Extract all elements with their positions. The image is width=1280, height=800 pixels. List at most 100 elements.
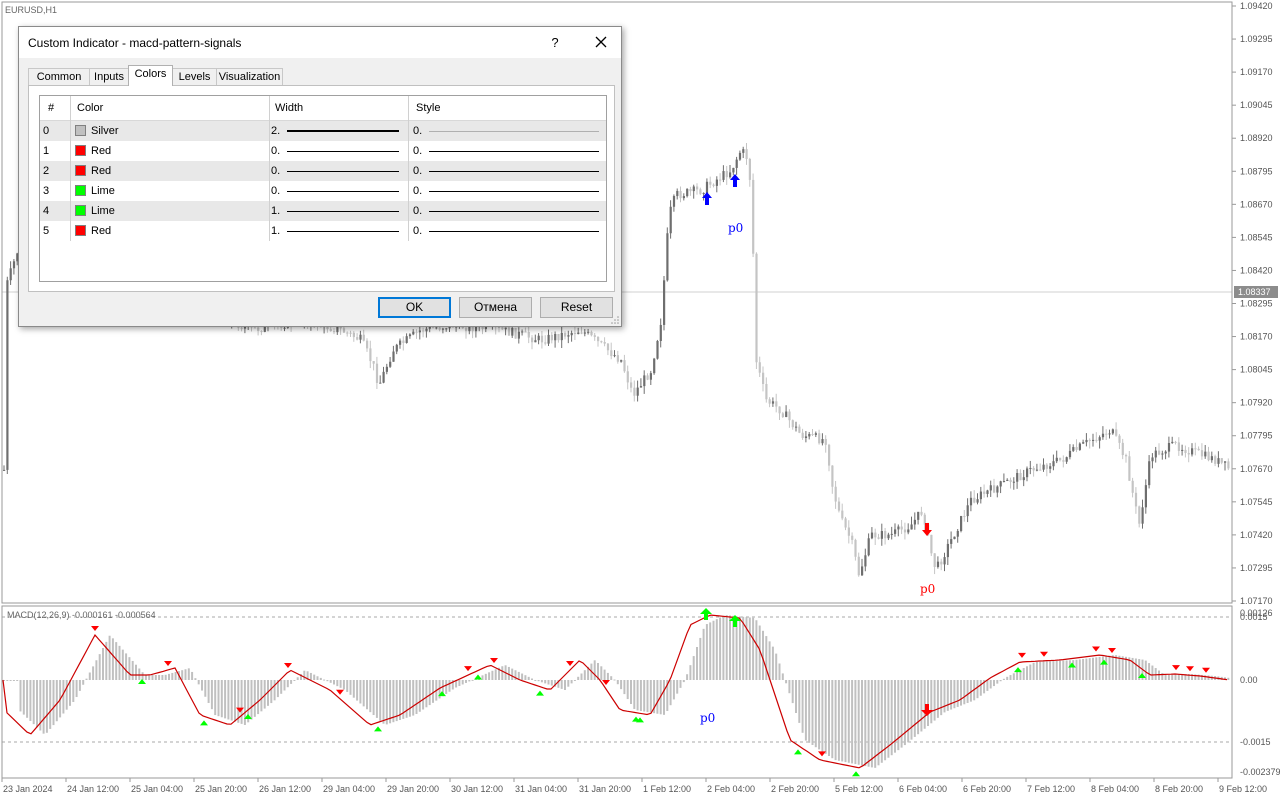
macd-bar (907, 680, 910, 743)
grid-divider (269, 96, 270, 241)
table-row[interactable]: 1 Red 0. 0. (40, 141, 606, 161)
candle-body (560, 332, 563, 341)
close-icon[interactable] (589, 31, 613, 53)
macd-bar (342, 680, 345, 690)
help-button[interactable]: ? (549, 35, 561, 50)
macd-bar (824, 680, 827, 754)
macd-bar (1095, 657, 1098, 680)
tab-common[interactable]: Common (28, 68, 90, 85)
width-cell[interactable]: 0. (271, 141, 408, 161)
width-cell[interactable]: 0. (271, 181, 408, 201)
table-row[interactable]: 4 Lime 1. 0. (40, 201, 606, 221)
candle-body (1068, 450, 1072, 458)
style-line-sample (429, 131, 599, 132)
style-cell[interactable]: 0. (413, 121, 606, 141)
color-cell[interactable]: Silver (71, 121, 269, 141)
ok-button[interactable]: OK (378, 297, 451, 318)
candle-body (547, 334, 550, 344)
signal-label: p0 (700, 711, 715, 725)
candle-body (758, 362, 761, 373)
macd-bar (847, 680, 850, 763)
style-cell[interactable]: 0. (413, 201, 606, 221)
candle-body (887, 534, 890, 539)
color-swatch (75, 125, 86, 136)
candle-body (649, 373, 652, 380)
macd-bar (385, 680, 388, 725)
candle-body (1131, 480, 1134, 493)
macd-bar (682, 680, 685, 683)
width-cell[interactable]: 0. (271, 161, 408, 181)
candle-body (1049, 466, 1052, 469)
color-cell[interactable]: Red (71, 161, 269, 181)
macd-bar (296, 677, 299, 680)
macd-bar (692, 656, 695, 680)
candle-body (1045, 464, 1048, 469)
arrow-up-icon (700, 608, 712, 620)
candle-body (399, 340, 402, 345)
table-row[interactable]: 3 Lime 0. 0. (40, 181, 606, 201)
style-cell[interactable]: 0. (413, 141, 606, 161)
table-row[interactable]: 5 Red 1. 0. (40, 221, 606, 241)
candle-body (890, 533, 893, 535)
cancel-button[interactable]: Отмена (459, 297, 532, 318)
candle-body (969, 497, 973, 506)
tab-inputs[interactable]: Inputs (89, 68, 129, 85)
grid-divider (408, 96, 409, 241)
table-row[interactable]: 2 Red 0. 0. (40, 161, 606, 181)
macd-panel[interactable] (2, 608, 1232, 777)
price-tick-label: 1.08295 (1240, 299, 1273, 309)
candle-body (755, 253, 758, 363)
candle-body (9, 268, 12, 281)
candle-body (425, 328, 428, 332)
color-cell[interactable]: Lime (71, 181, 269, 201)
candle-body (732, 167, 735, 173)
tab-levels[interactable]: Levels (172, 68, 217, 85)
resize-grip-icon[interactable] (611, 316, 619, 324)
sell-arrow-icon (1092, 646, 1100, 652)
candle-body (630, 382, 633, 388)
macd-bar (801, 680, 804, 733)
macd-bar (663, 680, 665, 715)
candle-body (395, 344, 398, 352)
time-tick-label: 6 Feb 20:00 (963, 784, 1011, 794)
width-cell[interactable]: 1. (271, 221, 408, 241)
buy-arrow-icon (474, 674, 482, 680)
time-tick-label: 29 Jan 20:00 (387, 784, 439, 794)
dialog-title-bar[interactable]: Custom Indicator - macd-pattern-signals … (19, 27, 621, 58)
macd-bar (778, 663, 781, 680)
macd-panel-frame (1, 605, 1233, 779)
candle-body (1197, 448, 1200, 451)
color-cell[interactable]: Lime (71, 201, 269, 221)
color-cell[interactable]: Red (71, 221, 269, 241)
table-row[interactable]: 0 Silver 2. 0. (40, 121, 606, 141)
macd-bar (372, 680, 375, 716)
macd-bar (996, 680, 999, 684)
color-swatch (75, 225, 86, 236)
macd-bar (494, 669, 497, 680)
style-cell[interactable]: 0. (413, 221, 606, 241)
candle-body (725, 171, 728, 178)
width-cell[interactable]: 1. (271, 201, 408, 221)
reset-button[interactable]: Reset (540, 297, 613, 318)
candle-body (811, 433, 814, 435)
candle-body (372, 361, 375, 364)
sell-arrow-icon (91, 626, 99, 631)
macd-bar (230, 680, 233, 721)
custom-indicator-dialog[interactable]: Custom Indicator - macd-pattern-signals … (18, 26, 622, 327)
tab-colors[interactable]: Colors (128, 65, 173, 86)
width-cell[interactable]: 2. (271, 121, 408, 141)
style-cell[interactable]: 0. (413, 181, 606, 201)
candle-body (1191, 448, 1194, 455)
macd-bar (748, 617, 751, 680)
candle-body (738, 152, 742, 160)
candle-body (1002, 480, 1006, 482)
macd-bar (88, 672, 91, 680)
candle-body (636, 387, 639, 396)
candle-body (993, 485, 996, 493)
color-cell[interactable]: Red (71, 141, 269, 161)
style-cell[interactable]: 0. (413, 161, 606, 181)
buy-arrow-icon (536, 690, 544, 696)
candle-body (570, 332, 573, 336)
tab-visualization[interactable]: Visualization (216, 68, 283, 85)
candle-body (613, 355, 616, 357)
